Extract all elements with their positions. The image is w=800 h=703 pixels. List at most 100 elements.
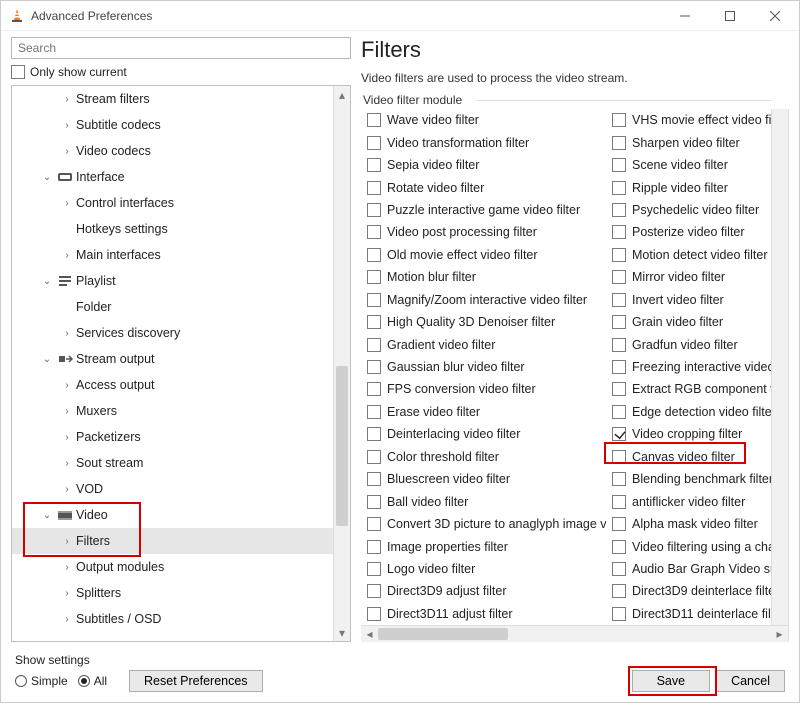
filter-checkbox[interactable]: Video cropping filter: [606, 423, 789, 445]
filter-checkbox[interactable]: Extract RGB component vid: [606, 378, 789, 400]
tree-item-folder[interactable]: Folder: [12, 294, 333, 320]
filter-checkbox[interactable]: Gradient video filter: [361, 333, 606, 355]
filter-checkbox[interactable]: Gaussian blur video filter: [361, 356, 606, 378]
filter-checkbox[interactable]: Audio Bar Graph Video sub s: [606, 558, 789, 580]
filter-checkbox[interactable]: Color threshold filter: [361, 446, 606, 468]
tree-item-packetizers[interactable]: ›Packetizers: [12, 424, 333, 450]
filter-checkbox[interactable]: Video transformation filter: [361, 131, 606, 153]
filter-checkbox[interactable]: Sharpen video filter: [606, 131, 789, 153]
scroll-up-icon[interactable]: ▴: [334, 86, 350, 103]
filter-checkbox[interactable]: Logo video filter: [361, 558, 606, 580]
filter-checkbox[interactable]: Mirror video filter: [606, 266, 789, 288]
filter-checkbox[interactable]: antiflicker video filter: [606, 490, 789, 512]
filter-checkbox[interactable]: Direct3D11 adjust filter: [361, 603, 606, 625]
window-title: Advanced Preferences: [31, 9, 152, 23]
filter-label: Freezing interactive video fi: [632, 360, 784, 374]
filter-checkbox[interactable]: Direct3D11 deinterlace filte: [606, 603, 789, 625]
tree-item-stream-output[interactable]: ⌄Stream output: [12, 346, 333, 372]
maximize-button[interactable]: [707, 1, 752, 31]
filter-checkbox[interactable]: High Quality 3D Denoiser filter: [361, 311, 606, 333]
filter-checkbox[interactable]: Sepia video filter: [361, 154, 606, 176]
tree-item-video-codecs[interactable]: ›Video codecs: [12, 138, 333, 164]
tree-scrollbar[interactable]: ▴ ▾: [333, 86, 350, 641]
tree-item-subtitles-osd[interactable]: ›Subtitles / OSD: [12, 606, 333, 632]
caret-icon: ›: [62, 120, 72, 131]
filter-checkbox[interactable]: Wave video filter: [361, 109, 606, 131]
tree-item-output-modules[interactable]: ›Output modules: [12, 554, 333, 580]
tree-item-interface[interactable]: ⌄Interface: [12, 164, 333, 190]
tree-item-vod[interactable]: ›VOD: [12, 476, 333, 502]
radio-simple[interactable]: Simple: [15, 674, 68, 688]
filter-checkbox[interactable]: Blending benchmark filter: [606, 468, 789, 490]
filter-checkbox[interactable]: Erase video filter: [361, 401, 606, 423]
tree-item-control-interfaces[interactable]: ›Control interfaces: [12, 190, 333, 216]
filter-checkbox[interactable]: Direct3D9 deinterlace filter: [606, 580, 789, 602]
filter-checkbox[interactable]: Psychedelic video filter: [606, 199, 789, 221]
filter-checkbox[interactable]: Scene video filter: [606, 154, 789, 176]
filter-checkbox[interactable]: Video post processing filter: [361, 221, 606, 243]
tree-item-sout-stream[interactable]: ›Sout stream: [12, 450, 333, 476]
checkbox-icon: [11, 65, 25, 79]
tree-item-filters[interactable]: ›Filters: [12, 528, 333, 554]
tree-item-playlist[interactable]: ⌄Playlist: [12, 268, 333, 294]
reset-preferences-button[interactable]: Reset Preferences: [129, 670, 263, 692]
caret-icon: ›: [62, 588, 72, 599]
minimize-button[interactable]: [662, 1, 707, 31]
filter-checkbox[interactable]: Motion detect video filter: [606, 244, 789, 266]
filter-checkbox[interactable]: Old movie effect video filter: [361, 244, 606, 266]
tree-item-muxers[interactable]: ›Muxers: [12, 398, 333, 424]
filter-checkbox[interactable]: Convert 3D picture to anaglyph image vid…: [361, 513, 606, 535]
filter-checkbox[interactable]: Gradfun video filter: [606, 333, 789, 355]
search-input[interactable]: [11, 37, 351, 59]
save-button[interactable]: Save: [632, 670, 711, 692]
filter-checkbox[interactable]: Image properties filter: [361, 535, 606, 557]
close-button[interactable]: [752, 1, 797, 31]
filter-checkbox[interactable]: Magnify/Zoom interactive video filter: [361, 289, 606, 311]
filters-h-scrollbar[interactable]: ◂ ▸: [361, 625, 788, 642]
filter-checkbox[interactable]: FPS conversion video filter: [361, 378, 606, 400]
filter-label: Scene video filter: [632, 158, 728, 172]
filter-checkbox[interactable]: Invert video filter: [606, 289, 789, 311]
filter-checkbox[interactable]: Canvas video filter: [606, 446, 789, 468]
cancel-button[interactable]: Cancel: [716, 670, 785, 692]
caret-icon: ⌄: [42, 354, 52, 365]
filter-checkbox[interactable]: Motion blur filter: [361, 266, 606, 288]
scroll-right-icon[interactable]: ▸: [771, 626, 788, 643]
filter-checkbox[interactable]: VHS movie effect video filte: [606, 109, 789, 131]
tree-item-main-interfaces[interactable]: ›Main interfaces: [12, 242, 333, 268]
radio-all[interactable]: All: [78, 674, 107, 688]
filter-label: Erase video filter: [387, 405, 480, 419]
tree-item-splitters[interactable]: ›Splitters: [12, 580, 333, 606]
scroll-left-icon[interactable]: ◂: [361, 626, 378, 643]
tree-item-stream-filters[interactable]: ›Stream filters: [12, 86, 333, 112]
scroll-down-icon[interactable]: ▾: [334, 624, 350, 641]
tree-item-hotkeys-settings[interactable]: Hotkeys settings: [12, 216, 333, 242]
filter-checkbox[interactable]: Posterize video filter: [606, 221, 789, 243]
tree-item-subtitle-codecs[interactable]: ›Subtitle codecs: [12, 112, 333, 138]
tree-item-video[interactable]: ⌄Video: [12, 502, 333, 528]
scrollbar-thumb[interactable]: [336, 366, 348, 526]
filters-v-scrollbar[interactable]: [771, 109, 788, 625]
filter-checkbox[interactable]: Edge detection video filter: [606, 401, 789, 423]
filter-checkbox[interactable]: Rotate video filter: [361, 176, 606, 198]
filter-checkbox[interactable]: Ball video filter: [361, 490, 606, 512]
filter-checkbox[interactable]: Grain video filter: [606, 311, 789, 333]
filter-checkbox[interactable]: Ripple video filter: [606, 176, 789, 198]
filter-checkbox[interactable]: Video filtering using a chain: [606, 535, 789, 557]
only-show-current-checkbox[interactable]: Only show current: [11, 65, 351, 79]
checkbox-icon: [367, 203, 381, 217]
filter-checkbox[interactable]: Bluescreen video filter: [361, 468, 606, 490]
filter-checkbox[interactable]: Puzzle interactive game video filter: [361, 199, 606, 221]
filter-label: Video cropping filter: [632, 427, 742, 441]
caret-icon: ⌄: [42, 510, 52, 521]
tree-item-access-output[interactable]: ›Access output: [12, 372, 333, 398]
filter-checkbox[interactable]: Deinterlacing video filter: [361, 423, 606, 445]
tree-item-services-discovery[interactable]: ›Services discovery: [12, 320, 333, 346]
filter-checkbox[interactable]: Alpha mask video filter: [606, 513, 789, 535]
filter-checkbox[interactable]: Freezing interactive video fi: [606, 356, 789, 378]
radio-icon: [15, 675, 27, 687]
checkbox-icon: [367, 158, 381, 172]
caret-icon: ›: [62, 380, 72, 391]
h-scrollbar-thumb[interactable]: [378, 628, 508, 640]
filter-checkbox[interactable]: Direct3D9 adjust filter: [361, 580, 606, 602]
